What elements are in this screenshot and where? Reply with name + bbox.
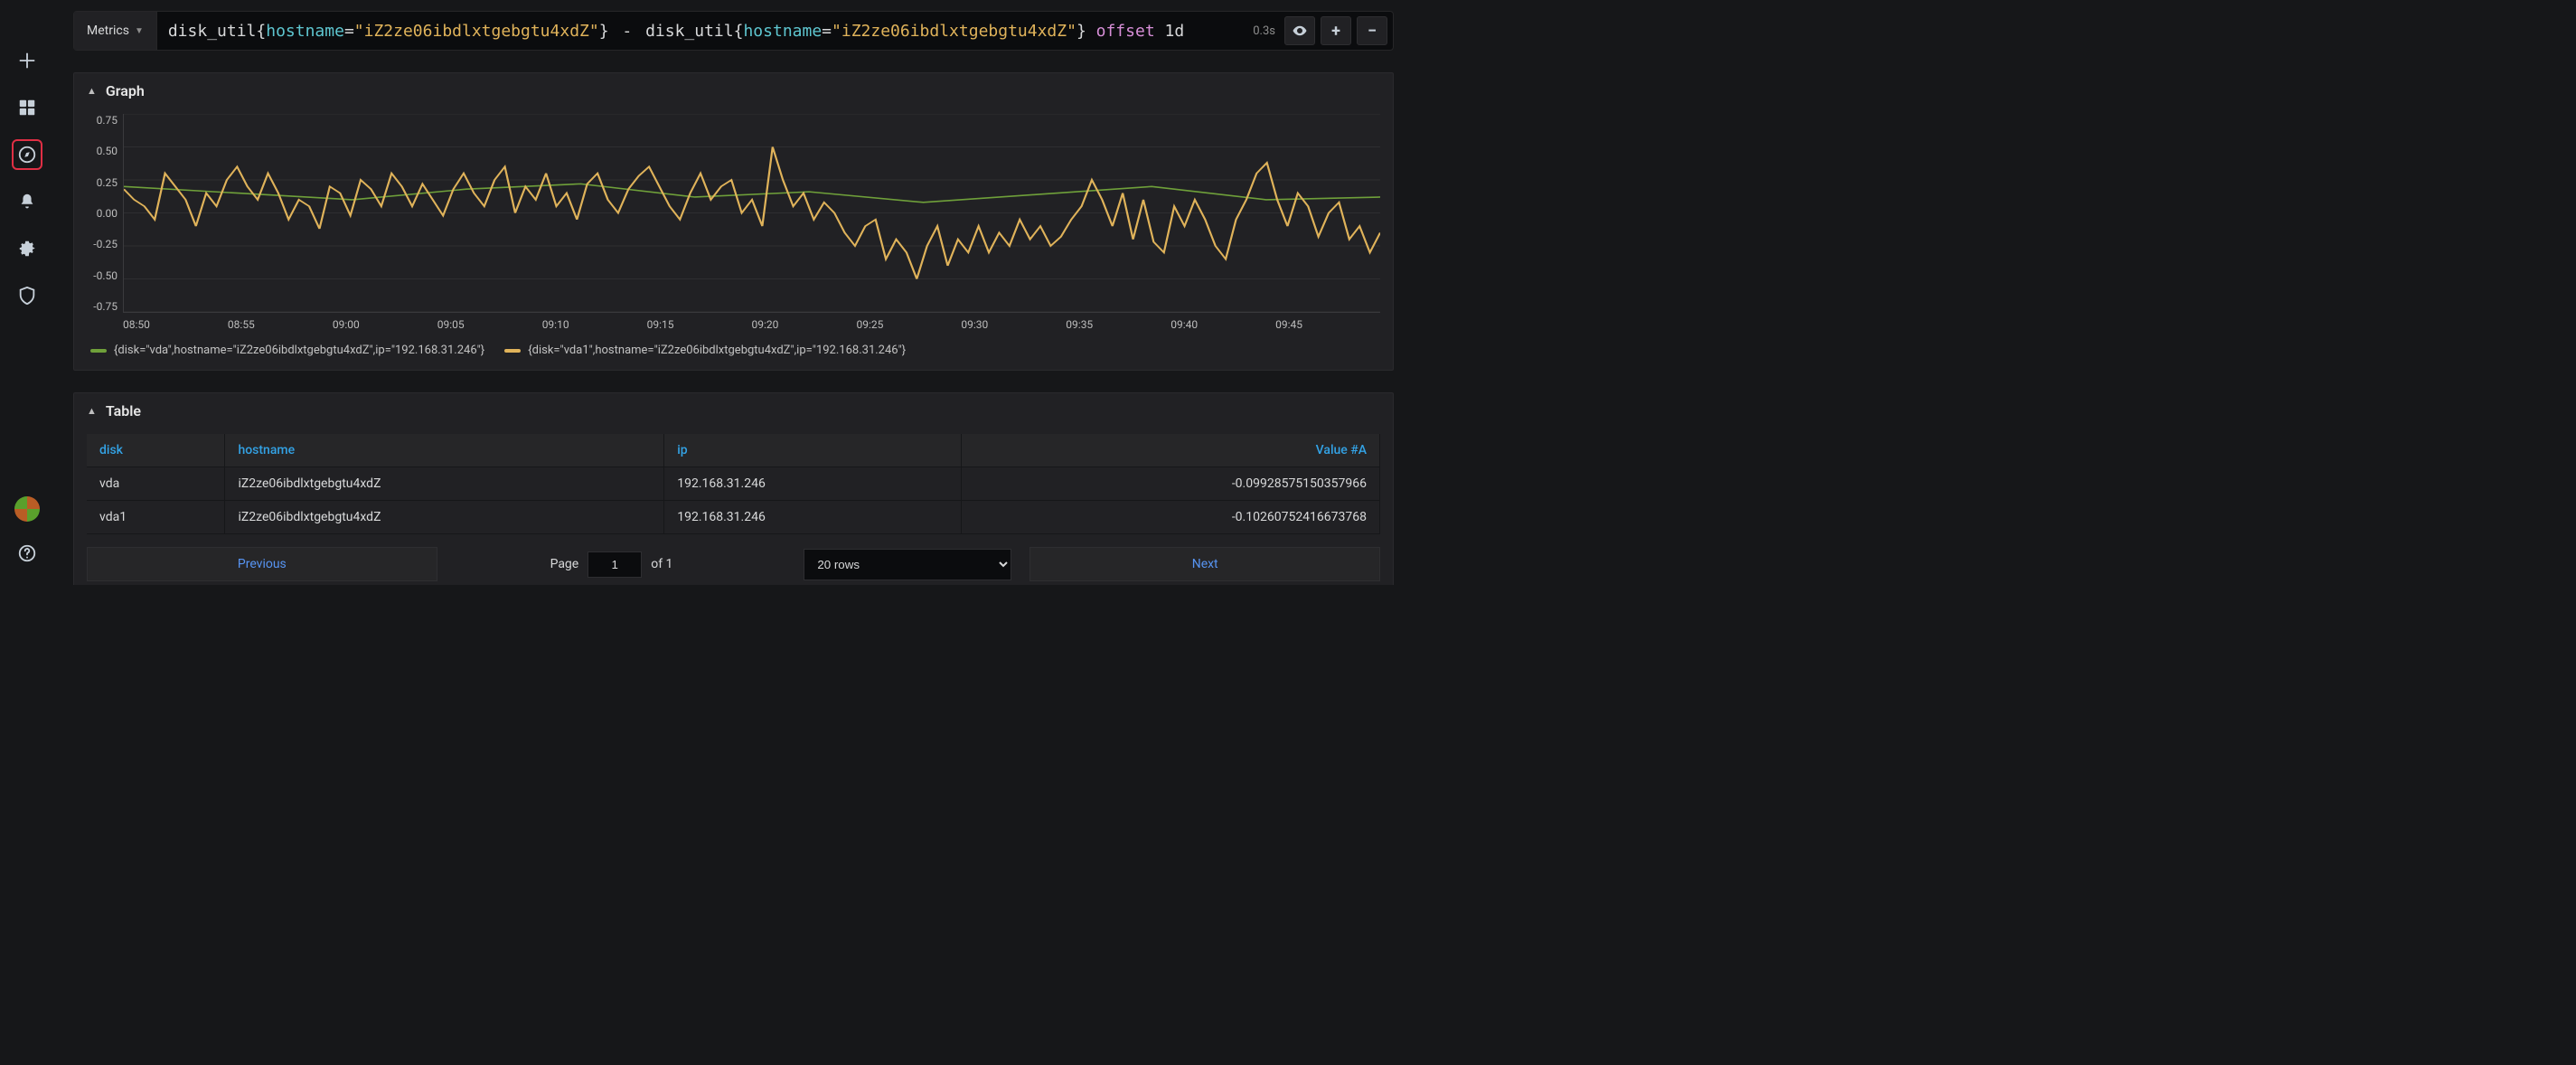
nav-add[interactable]	[12, 45, 42, 76]
chart-legend: {disk="vda",hostname="iZ2ze06ibdlxtgebgt…	[90, 344, 1380, 357]
gear-icon	[17, 239, 37, 259]
graph-panel-header[interactable]: ▲ Graph	[74, 73, 1393, 108]
nav-server-admin[interactable]	[12, 280, 42, 311]
pager-next[interactable]: Next	[1029, 547, 1380, 581]
remove-query-button[interactable]: −	[1357, 16, 1387, 45]
pager-page-label: Page	[550, 557, 579, 571]
nav-help[interactable]	[12, 538, 42, 569]
pager-page-input[interactable]	[588, 551, 642, 578]
chart[interactable]: 0.750.500.250.00-0.25-0.50-0.75	[87, 114, 1380, 313]
live-button[interactable]	[1284, 16, 1315, 45]
data-table: diskhostnameipValue #A vdaiZ2ze06ibdlxtg…	[87, 434, 1380, 534]
legend-item[interactable]: {disk="vda",hostname="iZ2ze06ibdlxtgebgt…	[90, 344, 484, 357]
nav-dashboards[interactable]	[12, 92, 42, 123]
query-input[interactable]: disk_util{hostname="iZ2ze06ibdlxtgebgtu4…	[157, 22, 1244, 41]
collapse-icon: ▲	[87, 85, 97, 97]
bell-icon	[17, 192, 37, 212]
chevron-down-icon: ▼	[135, 26, 144, 36]
compass-icon	[17, 145, 37, 165]
query-bar: Metrics ▼ disk_util{hostname="iZ2ze06ibd…	[73, 11, 1394, 51]
help-icon	[17, 543, 37, 563]
table-panel-header[interactable]: ▲ Table	[74, 393, 1393, 429]
datasource-selector[interactable]: Metrics ▼	[74, 12, 157, 50]
table-header[interactable]: hostname	[225, 434, 664, 467]
pager-previous[interactable]: Previous	[87, 547, 437, 581]
chart-plot	[123, 114, 1380, 313]
table-row[interactable]: vda1iZ2ze06ibdlxtgebgtu4xdZ192.168.31.24…	[87, 501, 1380, 534]
table-panel: ▲ Table diskhostnameipValue #A vdaiZ2ze0…	[73, 392, 1394, 585]
legend-item[interactable]: {disk="vda1",hostname="iZ2ze06ibdlxtgebg…	[504, 344, 906, 357]
plus-icon	[17, 51, 37, 71]
chart-xaxis: 08:5008:5509:0009:0509:1009:1509:2009:25…	[123, 318, 1380, 331]
graph-panel: ▲ Graph 0.750.500.250.00-0.25-0.50-0.75 …	[73, 72, 1394, 371]
nav-explore[interactable]	[12, 139, 42, 170]
pager-rows-select[interactable]: 20 rows	[804, 549, 1011, 580]
nav-configuration[interactable]	[12, 233, 42, 264]
collapse-icon: ▲	[87, 405, 97, 417]
table-pager: Previous Page of 1 20 rows Next	[87, 547, 1380, 581]
shield-icon	[17, 286, 37, 306]
table-header[interactable]: ip	[664, 434, 962, 467]
pager-of-label: of 1	[651, 557, 672, 571]
table-panel-title: Table	[106, 402, 141, 419]
table-header[interactable]: Value #A	[962, 434, 1380, 467]
nav-alerting[interactable]	[12, 186, 42, 217]
grid-icon	[17, 98, 37, 118]
main: Metrics ▼ disk_util{hostname="iZ2ze06ibd…	[53, 0, 1410, 585]
table-header[interactable]: disk	[87, 434, 225, 467]
chart-yaxis: 0.750.500.250.00-0.25-0.50-0.75	[87, 114, 123, 313]
sidebar	[0, 0, 53, 585]
table-row[interactable]: vdaiZ2ze06ibdlxtgebgtu4xdZ192.168.31.246…	[87, 467, 1380, 501]
eye-icon	[1292, 23, 1308, 39]
add-query-button[interactable]: +	[1321, 16, 1351, 45]
user-avatar[interactable]	[14, 496, 40, 522]
query-elapsed: 0.3s	[1244, 24, 1284, 38]
graph-panel-title: Graph	[106, 82, 145, 99]
datasource-label: Metrics	[87, 24, 129, 38]
